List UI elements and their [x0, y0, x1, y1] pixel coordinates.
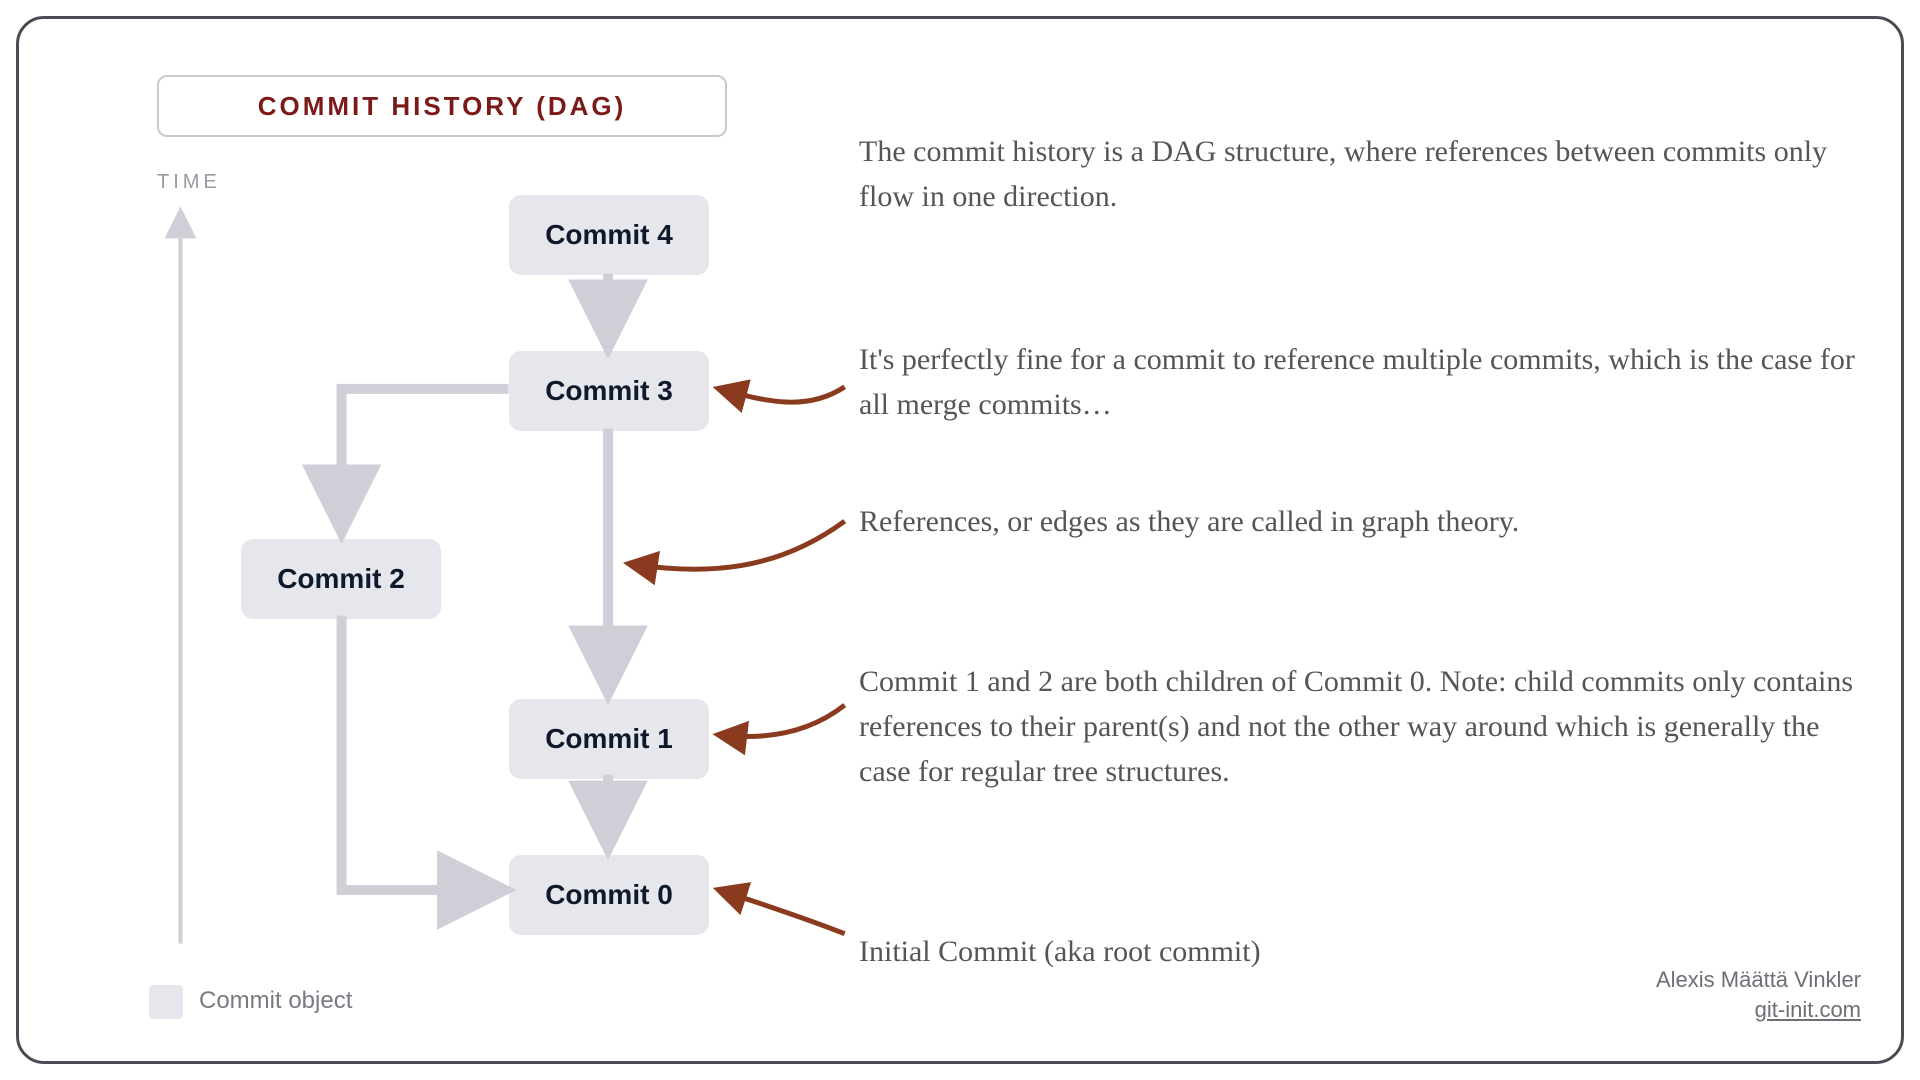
commit-node-1: Commit 1 — [509, 699, 709, 779]
arrow-annotation-root — [719, 890, 844, 934]
annotation-dag: The commit history is a DAG structure, w… — [859, 129, 1859, 219]
edge-c3-c2 — [342, 389, 509, 528]
edge-c2-c0 — [342, 616, 501, 890]
commit-node-4: Commit 4 — [509, 195, 709, 275]
commit-node-3: Commit 3 — [509, 351, 709, 431]
annotation-children: Commit 1 and 2 are both children of Comm… — [859, 659, 1859, 794]
time-axis-label: TIME — [157, 171, 221, 194]
commit-label: Commit 2 — [277, 563, 405, 595]
arrow-annotation-merge — [719, 387, 844, 402]
legend-swatch — [149, 985, 183, 1019]
commit-label: Commit 1 — [545, 723, 673, 755]
arrow-annotation-edges — [630, 521, 845, 569]
commit-label: Commit 0 — [545, 879, 673, 911]
credit-block: Alexis Määttä Vinkler git-init.com — [1656, 967, 1861, 1023]
title-text: COMMIT HISTORY (DAG) — [258, 91, 627, 122]
diagram-frame: COMMIT HISTORY (DAG) TIME Commit 4 Commi… — [16, 16, 1904, 1064]
title-box: COMMIT HISTORY (DAG) — [157, 75, 727, 137]
arrow-annotation-children — [719, 705, 844, 737]
commit-node-0: Commit 0 — [509, 855, 709, 935]
legend-label: Commit object — [199, 987, 352, 1015]
commit-node-2: Commit 2 — [241, 539, 441, 619]
commit-label: Commit 4 — [545, 219, 673, 251]
annotation-edges: References, or edges as they are called … — [859, 499, 1859, 544]
annotation-merge: It's perfectly fine for a commit to refe… — [859, 337, 1859, 427]
commit-label: Commit 3 — [545, 375, 673, 407]
credit-site: git-init.com — [1755, 997, 1861, 1023]
credit-author: Alexis Määttä Vinkler — [1656, 967, 1861, 993]
